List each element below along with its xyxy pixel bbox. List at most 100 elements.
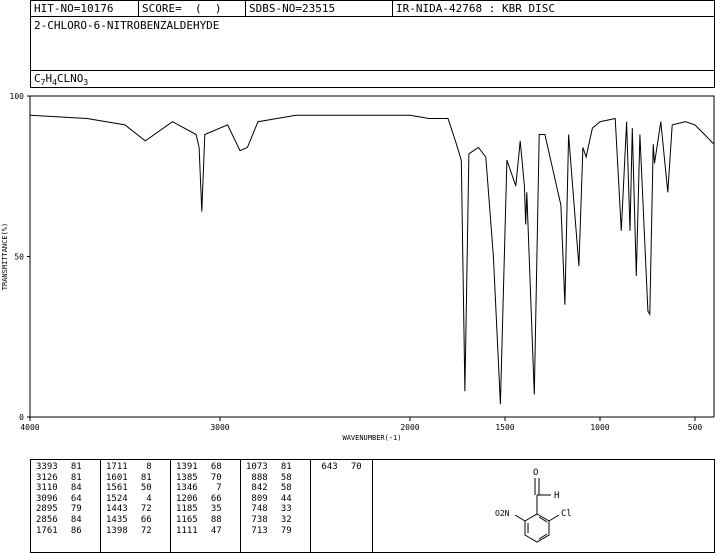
peak-row: 2856 84 bbox=[36, 515, 82, 526]
peak-transmittance: 81 bbox=[70, 462, 82, 472]
aldehyde-hydrogen-label: H bbox=[554, 491, 559, 501]
peak-row: 1391 68 bbox=[176, 462, 222, 473]
peak-wavenumber: 2856 bbox=[36, 514, 58, 525]
x-tick-label: 2000 bbox=[400, 423, 419, 432]
peak-transmittance: 86 bbox=[70, 525, 82, 536]
peak-row: 1524 4 bbox=[106, 494, 152, 505]
peak-column: 1391 68 1385 70 1346 7 1206 66 1185 35 1165 88 1111 4… bbox=[176, 462, 222, 536]
peak-row: 1435 66 bbox=[106, 515, 152, 526]
peak-wavenumber: 643 bbox=[316, 462, 338, 472]
y-axis-label: TRANSMITTANCE(%) bbox=[1, 223, 9, 290]
x-axis-label: WAVENUMBER(-1) bbox=[342, 434, 401, 442]
peak-transmittance: 35 bbox=[210, 504, 222, 515]
peak-row: 1346 7 bbox=[176, 483, 222, 494]
peak-row: 1601 81 bbox=[106, 473, 152, 484]
peak-transmittance: 84 bbox=[70, 483, 82, 494]
peak-transmittance: 72 bbox=[140, 504, 152, 515]
peak-transmittance: 81 bbox=[280, 462, 292, 472]
peak-transmittance: 66 bbox=[140, 514, 152, 525]
peak-column: 1711 8 1601 81 1561 50 1524 4 1443 72 1435 66 1398 72 bbox=[106, 462, 152, 536]
plot-frame bbox=[29, 95, 715, 418]
peak-transmittance: 8 bbox=[146, 462, 152, 472]
peak-transmittance: 81 bbox=[140, 472, 152, 483]
peak-row: 842 58 bbox=[246, 483, 292, 494]
peak-transmittance: 58 bbox=[280, 472, 292, 483]
y-tick-label: 50 bbox=[14, 253, 24, 262]
nitro-label: O2N bbox=[495, 509, 510, 518]
peak-wavenumber: 3126 bbox=[36, 472, 58, 483]
peak-wavenumber: 1073 bbox=[246, 462, 268, 472]
peak-wavenumber: 748 bbox=[246, 504, 268, 515]
peak-transmittance: 33 bbox=[280, 504, 292, 515]
peak-wavenumber: 1385 bbox=[176, 472, 198, 483]
formula-part: C bbox=[34, 72, 41, 85]
peak-row: 809 44 bbox=[246, 494, 291, 505]
peak-row: 1185 35 bbox=[176, 504, 222, 515]
peak-wavenumber: 738 bbox=[246, 514, 268, 525]
compound-name-box: 2-CHLORO-6-NITROBENZALDEHYDE bbox=[30, 16, 715, 71]
peak-wavenumber: 1524 bbox=[106, 493, 128, 504]
peak-row: 3126 81 bbox=[36, 473, 82, 484]
peak-row: 1111 47 bbox=[176, 526, 222, 537]
peak-transmittance: 88 bbox=[210, 514, 222, 525]
peak-transmittance: 50 bbox=[140, 483, 152, 494]
peak-transmittance: 66 bbox=[210, 493, 222, 504]
peak-wavenumber: 1398 bbox=[106, 525, 128, 536]
peak-row: 738 32 bbox=[246, 514, 292, 526]
peak-wavenumber: 1443 bbox=[106, 504, 128, 515]
peak-row: 1165 88 bbox=[176, 515, 222, 526]
peak-column: 643 70 bbox=[316, 462, 362, 473]
peak-transmittance: 79 bbox=[280, 525, 292, 536]
peak-row: 2895 79 bbox=[36, 504, 82, 515]
peak-row: 1443 72 bbox=[106, 504, 152, 515]
peak-transmittance: 79 bbox=[70, 504, 82, 515]
formula-part: CLNO bbox=[56, 72, 84, 85]
peak-row: 1206 66 bbox=[176, 494, 222, 505]
aldehyde-oxygen-label: O bbox=[533, 468, 538, 478]
peak-transmittance: 58 bbox=[280, 483, 292, 494]
peak-transmittance: 72 bbox=[140, 525, 152, 536]
peak-column: 3393 81 3126 81 3110 84 3096 64 2895 79 2856 84 1761… bbox=[36, 462, 82, 536]
x-tick-label: 3000 bbox=[210, 423, 229, 432]
peak-wavenumber: 3096 bbox=[36, 493, 58, 504]
formula-part: 3 bbox=[83, 78, 89, 88]
peak-transmittance: 47 bbox=[210, 525, 222, 536]
peak-wavenumber: 1165 bbox=[176, 514, 198, 525]
peak-wavenumber: 3110 bbox=[36, 483, 58, 494]
peak-wavenumber: 1435 bbox=[106, 514, 128, 525]
y-tick-label: 0 bbox=[19, 413, 24, 422]
peak-row: 3110 84 bbox=[36, 483, 82, 494]
x-tick-label: 4000 bbox=[20, 423, 39, 432]
formula-box: C7H4CLNO3 bbox=[30, 70, 715, 88]
peak-row: 1073 81 bbox=[246, 462, 292, 473]
peak-row: 713 79 bbox=[246, 525, 292, 537]
peak-row: 3096 64 bbox=[36, 494, 82, 505]
molecule-structure: O H O2N Cl bbox=[495, 468, 572, 543]
peak-row: 888 58 bbox=[246, 472, 292, 484]
header-bar: HIT-NO=10176 SCORE= ( ) SDBS-NO=23515 IR… bbox=[30, 0, 715, 17]
y-tick-label: 100 bbox=[10, 92, 25, 101]
peak-row: 643 70 bbox=[316, 462, 362, 473]
chloro-label: Cl bbox=[561, 509, 572, 519]
peak-wavenumber: 1711 bbox=[106, 462, 128, 472]
peak-transmittance: 68 bbox=[210, 462, 222, 472]
peak-wavenumber: 1761 bbox=[36, 525, 58, 536]
peak-wavenumber: 1601 bbox=[106, 472, 128, 483]
peak-row: 3393 81 bbox=[36, 462, 82, 473]
peak-wavenumber: 713 bbox=[246, 525, 268, 536]
peak-transmittance: 32 bbox=[280, 514, 292, 525]
peak-transmittance: 81 bbox=[70, 472, 82, 483]
sdbs-number: SDBS-NO=23515 bbox=[249, 2, 336, 15]
peak-row: 1711 8 bbox=[106, 462, 152, 473]
peak-row: 1385 70 bbox=[176, 473, 222, 484]
peak-transmittance: 70 bbox=[350, 462, 362, 472]
peak-row: 1561 50 bbox=[106, 483, 152, 494]
peak-transmittance: 7 bbox=[216, 483, 222, 494]
peak-transmittance: 64 bbox=[70, 493, 82, 504]
x-tick-label: 1000 bbox=[590, 423, 609, 432]
peak-wavenumber: 1111 bbox=[176, 525, 198, 536]
score: SCORE= ( ) bbox=[142, 2, 222, 15]
x-tick-label: 1500 bbox=[495, 423, 514, 432]
peak-row: 1761 86 bbox=[36, 526, 82, 537]
peak-wavenumber: 1206 bbox=[176, 493, 198, 504]
